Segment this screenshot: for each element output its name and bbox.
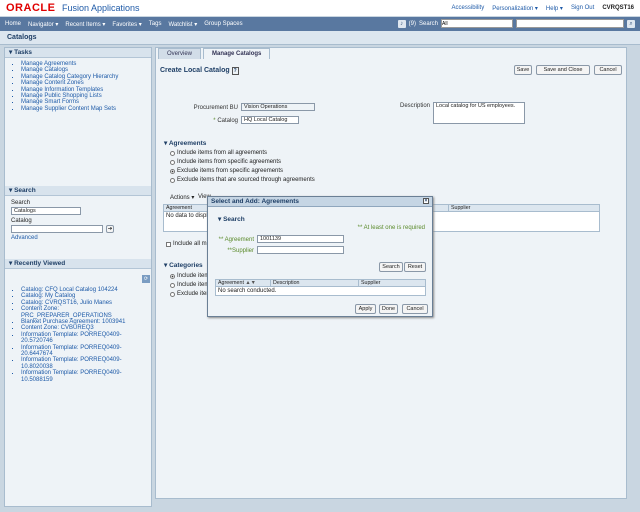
- dialog-results-empty: No search conducted.: [218, 288, 277, 294]
- include-all-checkbox[interactable]: Include all m: [166, 241, 207, 247]
- required-hint: ** At least one is required: [357, 225, 425, 231]
- search-panel-header[interactable]: ▾ Search: [5, 186, 151, 196]
- left-search-select[interactable]: Catalogs: [11, 207, 81, 215]
- agreement-search-input[interactable]: 1001139: [257, 235, 344, 243]
- tab-bar: Overview Manage Catalogs: [156, 48, 271, 59]
- dialog-reset-button[interactable]: Reset: [404, 262, 426, 272]
- dialog-search-button[interactable]: Search: [379, 262, 403, 272]
- dialog-col-agreement[interactable]: Agreement ▲▼: [216, 280, 271, 286]
- agreements-header[interactable]: ▾ Agreements: [164, 139, 206, 147]
- categories-header[interactable]: ▾ Categories: [164, 261, 203, 269]
- task-manage-supplier-content-map[interactable]: Manage Supplier Content Map Sets: [21, 106, 151, 112]
- help-link[interactable]: Help ▾: [546, 5, 563, 12]
- left-search-label: Search: [11, 200, 31, 206]
- cancel-button[interactable]: Cancel: [594, 65, 622, 75]
- select-agreements-dialog: Select and Add: Agreements × ▾ Search **…: [207, 196, 433, 317]
- nav-home[interactable]: Home: [5, 21, 21, 27]
- nav-bar: Home Navigator ▾ Recent Items ▾ Favorite…: [0, 17, 640, 31]
- categories-option-2[interactable]: Include item: [170, 282, 209, 288]
- nav-group-spaces[interactable]: Group Spaces: [204, 21, 242, 27]
- close-icon[interactable]: ×: [423, 198, 429, 204]
- top-bar: ORACLE Fusion Applications Accessibility…: [0, 0, 640, 17]
- agreements-option-include-specific[interactable]: Include items from specific agreements: [170, 159, 281, 165]
- dialog-apply-button[interactable]: Apply: [355, 304, 376, 314]
- supplier-search-label: **Supplier: [227, 248, 254, 254]
- left-catalog-input[interactable]: [11, 225, 103, 233]
- personalization-link[interactable]: Personalization ▾: [492, 5, 538, 12]
- dialog-search-header[interactable]: ▾ Search: [218, 215, 245, 223]
- microphone-icon[interactable]: ♪: [397, 19, 406, 28]
- recent-item[interactable]: Information Template: PORREQ0409-20.6447…: [21, 345, 151, 358]
- user-name: CVRQST16: [602, 5, 634, 11]
- recent-item[interactable]: Information Template: PORREQ0409-20.5720…: [21, 332, 151, 345]
- left-search-go-button[interactable]: ➔: [106, 225, 114, 233]
- accessibility-link[interactable]: Accessibility: [452, 5, 485, 12]
- nav-tags[interactable]: Tags: [149, 21, 162, 27]
- dialog-title: Select and Add: Agreements ×: [208, 197, 432, 207]
- regional-area: ▾ Tasks Manage Agreements Manage Catalog…: [4, 47, 152, 507]
- watch-count[interactable]: (9): [409, 21, 416, 27]
- global-search-input[interactable]: [516, 19, 624, 28]
- categories-option-3[interactable]: Exclude item: [170, 291, 211, 297]
- nav-recent-items[interactable]: Recent Items ▾: [65, 21, 105, 28]
- agreement-search-label: ** Agreement: [218, 237, 254, 243]
- recent-item[interactable]: Information Template: PORREQ0409-10.5088…: [21, 370, 151, 383]
- page-header: Catalogs: [0, 31, 640, 45]
- description-label: Description: [399, 103, 430, 109]
- sign-out-link[interactable]: Sign Out: [571, 5, 594, 12]
- col-supplier[interactable]: Supplier: [449, 205, 599, 211]
- tasks-header[interactable]: ▾ Tasks: [5, 48, 151, 58]
- oracle-logo: ORACLE: [6, 2, 56, 14]
- catalog-name-input[interactable]: HQ Local Catalog: [241, 116, 299, 124]
- left-catalog-label: Catalog: [11, 218, 32, 224]
- dialog-results-table: Agreement ▲▼ Description Supplier No sea…: [215, 279, 426, 296]
- sort-icon[interactable]: ▲▼: [245, 280, 256, 286]
- agreements-option-exclude-sourced[interactable]: Exclude items that are sourced through a…: [170, 177, 315, 183]
- search-icon[interactable]: ⌕: [627, 19, 635, 28]
- recently-viewed-list: Catalog: CFQ Local Catalog 104224 Catalo…: [5, 287, 151, 383]
- global-search-label: Search: [418, 20, 438, 27]
- tab-overview[interactable]: Overview: [158, 48, 202, 59]
- save-and-close-button[interactable]: Save and Close: [536, 65, 590, 75]
- form-title: Create Local Catalog ?: [160, 67, 239, 75]
- save-button[interactable]: Save: [514, 65, 532, 75]
- dialog-col-supplier[interactable]: Supplier: [359, 280, 425, 286]
- search-scope-select[interactable]: [441, 19, 513, 28]
- agreements-option-all[interactable]: Include items from all agreements: [170, 150, 267, 156]
- description-textarea[interactable]: Local catalog for US employees.: [433, 102, 525, 124]
- dialog-col-description[interactable]: Description: [271, 280, 359, 286]
- procurement-bu-select[interactable]: Vision Operations: [241, 103, 315, 111]
- nav-watchlist[interactable]: Watchlist ▾: [168, 21, 197, 28]
- categories-option-1[interactable]: Include item: [170, 273, 209, 279]
- dialog-results-header: Agreement ▲▼ Description Supplier: [216, 280, 425, 287]
- recent-item[interactable]: Content Zone: PRC_PREPARER_OPERATIONS: [21, 306, 151, 319]
- advanced-search-link[interactable]: Advanced: [11, 235, 38, 241]
- page-title: Catalogs: [7, 34, 37, 41]
- help-icon[interactable]: ?: [231, 67, 239, 75]
- procurement-bu-label: Procurement BU: [193, 105, 238, 111]
- refresh-icon[interactable]: ⟳: [142, 275, 150, 283]
- recently-viewed-header[interactable]: ▾ Recently Viewed: [5, 259, 151, 269]
- tasks-list: Manage Agreements Manage Catalogs Manage…: [5, 58, 151, 112]
- catalog-label: * Catalog: [213, 118, 238, 124]
- tab-manage-catalogs[interactable]: Manage Catalogs: [203, 48, 271, 59]
- agreements-actions-menu[interactable]: Actions ▾: [170, 194, 194, 201]
- agreements-option-exclude-specific[interactable]: Exclude items from specific agreements: [170, 168, 283, 174]
- app-title: Fusion Applications: [62, 3, 140, 13]
- nav-favorites[interactable]: Favorites ▾: [112, 21, 141, 28]
- global-links: Accessibility Personalization ▾ Help ▾ S…: [452, 5, 634, 12]
- dialog-cancel-button[interactable]: Cancel: [402, 304, 428, 314]
- nav-navigator[interactable]: Navigator ▾: [28, 21, 58, 28]
- dialog-done-button[interactable]: Done: [379, 304, 398, 314]
- supplier-search-input[interactable]: [257, 246, 344, 254]
- recent-item[interactable]: Information Template: PORREQ0409-10.8020…: [21, 357, 151, 370]
